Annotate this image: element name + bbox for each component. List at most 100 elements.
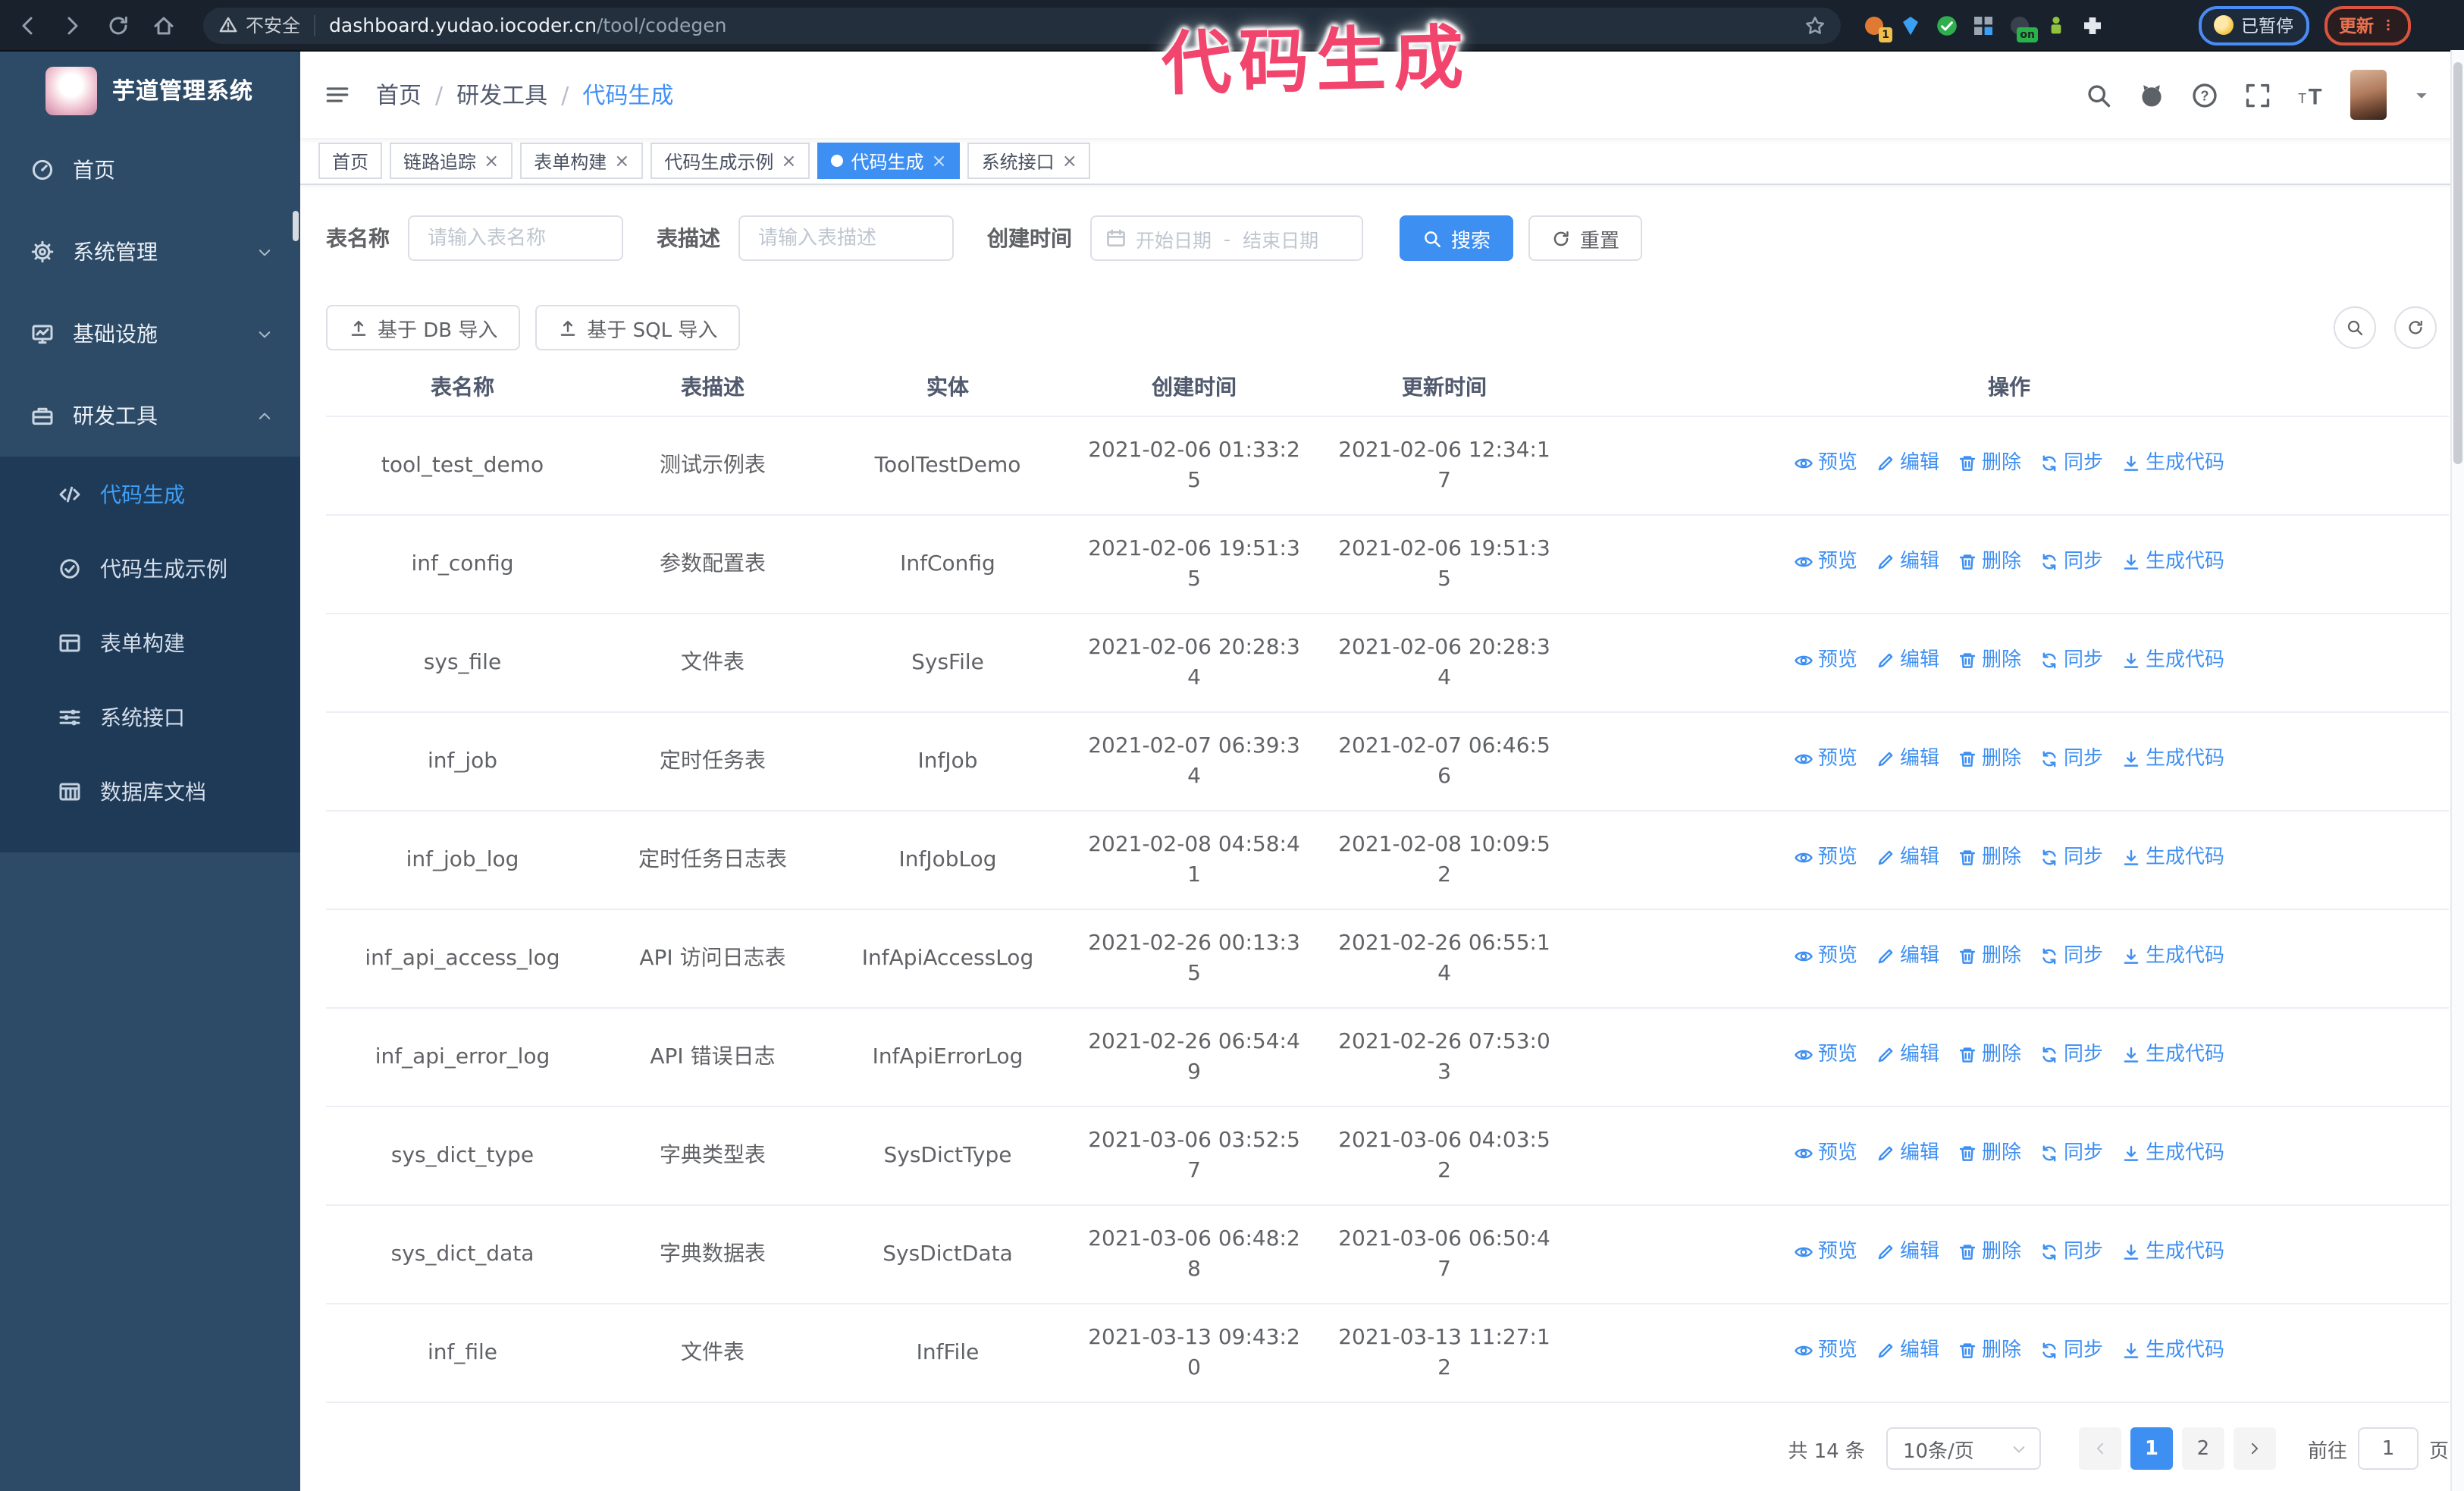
action-edit[interactable]: 编辑 xyxy=(1876,745,1939,775)
close-icon[interactable] xyxy=(484,152,499,170)
search-icon[interactable] xyxy=(2085,81,2112,108)
orange-extension-icon[interactable]: 1 xyxy=(1862,13,1892,42)
action-preview[interactable]: 预览 xyxy=(1794,1041,1857,1071)
action-generate[interactable]: 生成代码 xyxy=(2121,646,2224,676)
sidebar-item-system[interactable]: 系统管理 xyxy=(0,211,300,293)
action-sync[interactable]: 同步 xyxy=(2039,548,2103,578)
prev-page-button[interactable] xyxy=(2078,1427,2121,1470)
action-generate[interactable]: 生成代码 xyxy=(2121,745,2224,775)
robot-extension-icon[interactable] xyxy=(2044,13,2068,37)
chevron-down-icon[interactable] xyxy=(2412,86,2431,104)
action-generate[interactable]: 生成代码 xyxy=(2121,548,2224,578)
action-generate[interactable]: 生成代码 xyxy=(2121,942,2224,972)
breadcrumb-home[interactable]: 首页 xyxy=(376,79,422,111)
action-generate[interactable]: 生成代码 xyxy=(2121,1336,2224,1367)
action-generate[interactable]: 生成代码 xyxy=(2121,1139,2224,1169)
sidebar-item-codegen[interactable]: 代码生成 xyxy=(0,457,300,531)
action-sync[interactable]: 同步 xyxy=(2039,646,2103,676)
font-size-icon[interactable]: TT xyxy=(2297,81,2324,108)
action-preview[interactable]: 预览 xyxy=(1794,646,1857,676)
action-delete[interactable]: 删除 xyxy=(1958,745,2021,775)
action-delete[interactable]: 删除 xyxy=(1958,1238,2021,1268)
check-extension-icon[interactable] xyxy=(1935,13,1959,37)
action-preview[interactable]: 预览 xyxy=(1794,548,1857,578)
action-delete[interactable]: 删除 xyxy=(1958,1139,2021,1169)
action-edit[interactable]: 编辑 xyxy=(1876,646,1939,676)
next-page-button[interactable] xyxy=(2233,1427,2276,1470)
action-generate[interactable]: 生成代码 xyxy=(2121,1041,2224,1071)
action-sync[interactable]: 同步 xyxy=(2039,1238,2103,1268)
tab-system-api[interactable]: 系统接口 xyxy=(967,143,1091,179)
action-preview[interactable]: 预览 xyxy=(1794,745,1857,775)
action-delete[interactable]: 删除 xyxy=(1958,843,2021,874)
action-edit[interactable]: 编辑 xyxy=(1876,843,1939,874)
table-desc-input[interactable] xyxy=(738,215,954,261)
breadcrumb-current[interactable]: 代码生成 xyxy=(582,79,673,111)
action-sync[interactable]: 同步 xyxy=(2039,843,2103,874)
action-generate[interactable]: 生成代码 xyxy=(2121,1238,2224,1268)
help-icon[interactable]: ? xyxy=(2191,81,2218,108)
gem-extension-icon[interactable] xyxy=(1898,13,1923,37)
tab-tracing[interactable]: 链路追踪 xyxy=(390,143,513,179)
action-delete[interactable]: 删除 xyxy=(1958,1041,2021,1071)
page-button-2[interactable]: 2 xyxy=(2181,1427,2224,1470)
sidebar-scrollbar-thumb[interactable] xyxy=(293,211,299,241)
tab-form-builder[interactable]: 表单构建 xyxy=(520,143,644,179)
reset-button[interactable]: 重置 xyxy=(1528,215,1643,261)
close-icon[interactable] xyxy=(614,152,629,170)
sidebar-item-db-doc[interactable]: 数据库文档 xyxy=(0,754,300,828)
address-bar[interactable]: 不安全 dashboard.yudao.iocoder.cn/tool/code… xyxy=(203,7,1841,43)
paused-badge[interactable]: 已暂停 xyxy=(2199,5,2309,45)
update-button[interactable]: 更新 xyxy=(2324,5,2410,45)
grid-extension-icon[interactable] xyxy=(1971,13,1995,37)
action-sync[interactable]: 同步 xyxy=(2039,1041,2103,1071)
sidebar-item-infra[interactable]: 基础设施 xyxy=(0,293,300,375)
goto-page-input[interactable] xyxy=(2357,1427,2419,1470)
action-sync[interactable]: 同步 xyxy=(2039,1336,2103,1367)
action-delete[interactable]: 删除 xyxy=(1958,646,2021,676)
bookmark-star-icon[interactable] xyxy=(1804,14,1826,36)
sidebar-item-home[interactable]: 首页 xyxy=(0,129,300,211)
github-icon[interactable] xyxy=(2138,81,2165,108)
action-delete[interactable]: 删除 xyxy=(1958,548,2021,578)
sidebar-item-devtools[interactable]: 研发工具 xyxy=(0,375,300,457)
action-preview[interactable]: 预览 xyxy=(1794,1336,1857,1367)
browser-home-icon[interactable] xyxy=(152,13,176,37)
action-delete[interactable]: 删除 xyxy=(1958,1336,2021,1367)
window-scrollbar[interactable] xyxy=(2450,50,2464,1491)
action-preview[interactable]: 预览 xyxy=(1794,449,1857,479)
import-db-button[interactable]: 基于 DB 导入 xyxy=(326,305,521,350)
search-button[interactable]: 搜索 xyxy=(1400,215,1514,261)
scrollbar-thumb[interactable] xyxy=(2453,62,2462,464)
action-delete[interactable]: 删除 xyxy=(1958,449,2021,479)
action-preview[interactable]: 预览 xyxy=(1794,1139,1857,1169)
tab-home[interactable]: 首页 xyxy=(318,143,383,179)
tab-codegen-example[interactable]: 代码生成示例 xyxy=(650,143,810,179)
breadcrumb-devtools[interactable]: 研发工具 xyxy=(456,79,547,111)
fullscreen-icon[interactable] xyxy=(2244,81,2271,108)
action-edit[interactable]: 编辑 xyxy=(1876,1336,1939,1367)
sidebar-item-system-api[interactable]: 系统接口 xyxy=(0,680,300,754)
action-generate[interactable]: 生成代码 xyxy=(2121,843,2224,874)
import-sql-button[interactable]: 基于 SQL 导入 xyxy=(535,305,741,350)
action-preview[interactable]: 预览 xyxy=(1794,1238,1857,1268)
action-edit[interactable]: 编辑 xyxy=(1876,1041,1939,1071)
close-icon[interactable] xyxy=(1062,152,1077,170)
tab-codegen[interactable]: 代码生成 xyxy=(817,143,961,179)
action-edit[interactable]: 编辑 xyxy=(1876,1139,1939,1169)
page-button-1[interactable]: 1 xyxy=(2130,1427,2173,1470)
action-delete[interactable]: 删除 xyxy=(1958,942,2021,972)
sidebar-item-form-builder[interactable]: 表单构建 xyxy=(0,605,300,680)
sidebar-item-codegen-example[interactable]: 代码生成示例 xyxy=(0,531,300,605)
action-sync[interactable]: 同步 xyxy=(2039,942,2103,972)
action-edit[interactable]: 编辑 xyxy=(1876,449,1939,479)
action-sync[interactable]: 同步 xyxy=(2039,745,2103,775)
action-edit[interactable]: 编辑 xyxy=(1876,942,1939,972)
action-edit[interactable]: 编辑 xyxy=(1876,548,1939,578)
browser-forward-icon[interactable] xyxy=(61,13,85,37)
action-edit[interactable]: 编辑 xyxy=(1876,1238,1939,1268)
hamburger-icon[interactable] xyxy=(323,82,352,108)
action-sync[interactable]: 同步 xyxy=(2039,449,2103,479)
refresh-table-button[interactable] xyxy=(2394,306,2437,349)
action-preview[interactable]: 预览 xyxy=(1794,843,1857,874)
